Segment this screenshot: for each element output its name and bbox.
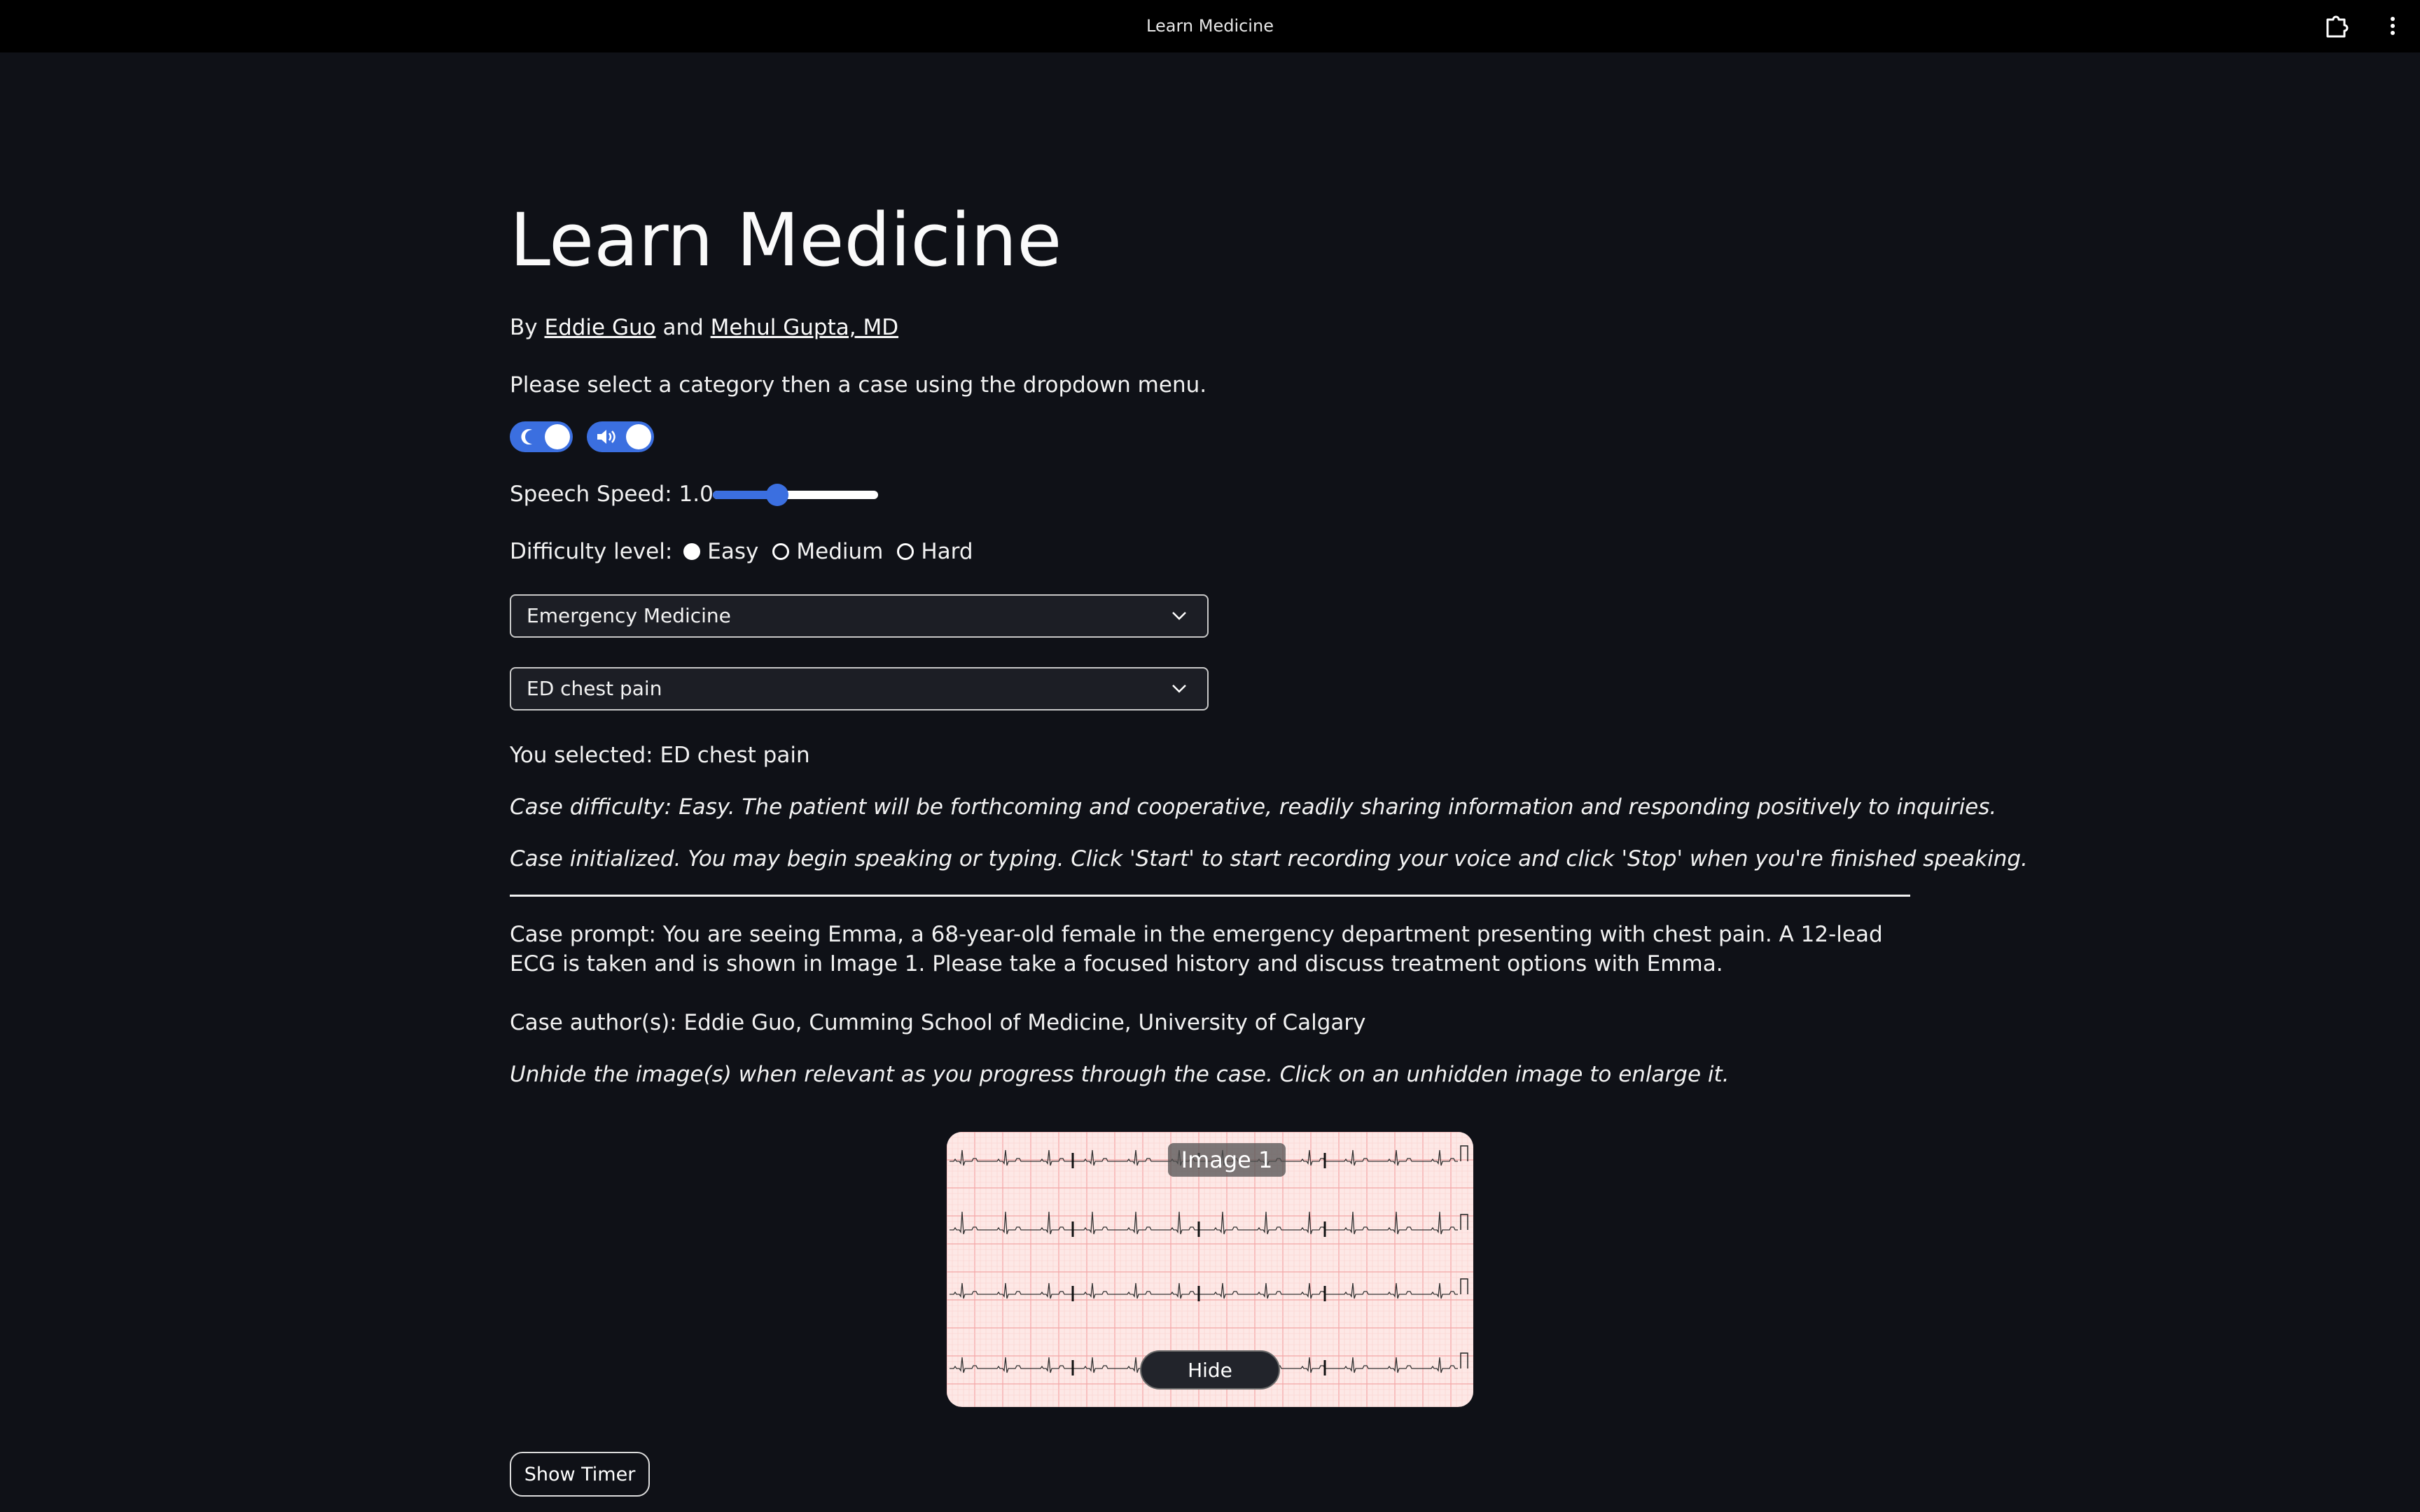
author-link-1[interactable]: Eddie Guo [544,315,655,340]
case-initialized-text: Case initialized. You may begin speaking… [510,846,2028,872]
speaker-icon [597,430,616,444]
difficulty-group: Difficulty level: Easy Medium Hard [510,538,987,566]
image-label: Image 1 [1168,1143,1286,1177]
speech-speed-label: Speech Speed: 1.0 [510,482,714,507]
difficulty-option-easy[interactable]: Easy [683,538,758,566]
ecg-image[interactable]: Image 1 Hide [947,1132,1473,1407]
toggle-knob [545,424,570,449]
extension-icon[interactable] [2323,14,2351,38]
difficulty-option-hard[interactable]: Hard [897,538,973,566]
category-select[interactable]: Emergency Medicine [510,594,1209,638]
radio-easy[interactable] [683,543,701,560]
case-select-value: ED chest pain [527,677,662,700]
chevron-down-icon [1172,685,1186,693]
case-select[interactable]: ED chest pain [510,667,1209,710]
kebab-menu-icon[interactable] [2384,14,2401,38]
difficulty-label: Difficulty level: [510,539,673,564]
page-title: Learn Medicine [510,197,1062,283]
toggle-knob [626,424,651,449]
category-select-value: Emergency Medicine [527,604,731,627]
instructions-text: Please select a category then a case usi… [510,372,1207,398]
by-prefix: By [510,315,538,340]
hide-image-button[interactable]: Hide [1140,1350,1280,1390]
selected-case-text: You selected: ED chest pain [510,743,810,768]
radio-hard[interactable] [897,543,915,560]
divider [510,895,1910,897]
case-difficulty-text: Case difficulty: Easy. The patient will … [510,794,1997,820]
radio-label: Easy [707,539,759,564]
radio-label: Hard [921,539,973,564]
byline: By Eddie Guo and Mehul Gupta, MD [510,314,898,342]
radio-medium[interactable] [772,543,790,560]
sound-toggle[interactable] [587,421,654,452]
show-timer-button[interactable]: Show Timer [510,1452,650,1497]
top-bar: Learn Medicine [0,0,2420,52]
dark-mode-toggle[interactable] [510,421,573,452]
image-hint-text: Unhide the image(s) when relevant as you… [510,1062,1730,1087]
difficulty-option-medium[interactable]: Medium [772,538,883,566]
case-prompt-text: Case prompt: You are seeing Emma, a 68-y… [510,922,1883,976]
slider-thumb[interactable] [766,484,789,506]
and-word: and [662,315,704,340]
radio-label: Medium [796,539,884,564]
moon-icon [521,429,532,444]
author-link-2[interactable]: Mehul Gupta, MD [711,315,898,340]
window-title: Learn Medicine [1146,16,1274,36]
chevron-down-icon [1172,612,1186,620]
case-authors-text: Case author(s): Eddie Guo, Cumming Schoo… [510,1010,1366,1035]
